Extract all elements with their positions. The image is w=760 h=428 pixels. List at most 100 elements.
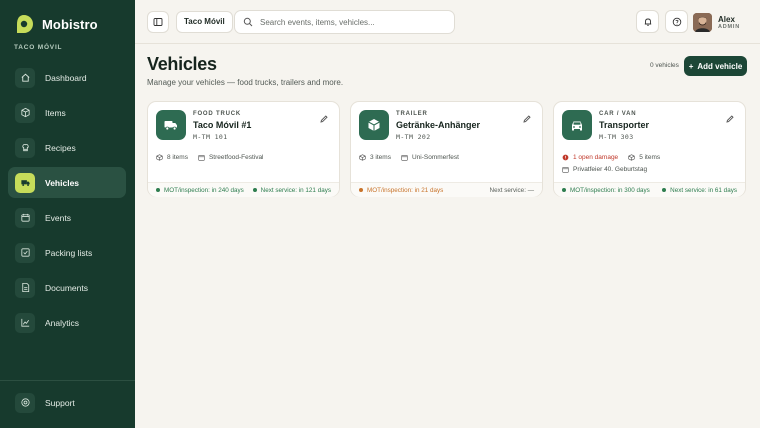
cube-icon	[359, 110, 389, 140]
sidebar-support: Support	[8, 387, 126, 422]
user-role: ADMIN	[718, 23, 741, 30]
calendar-icon	[15, 207, 35, 228]
box-icon	[359, 154, 366, 161]
toggle-sidebar-button[interactable]	[147, 11, 169, 33]
vehicle-kind: TRAILER	[396, 111, 428, 117]
vehicle-name: Transporter	[599, 120, 650, 130]
mot-status: MOT/inspection: in 21 days	[359, 187, 443, 194]
checklist-icon	[15, 242, 35, 263]
vehicle-kind: CAR / VAN	[599, 111, 637, 117]
sidebar-item-label: Packing lists	[45, 247, 93, 258]
vehicle-meta: 8 items Streetfood-Festival	[156, 154, 264, 161]
event-label: Privatfeier 40. Geburtstag	[573, 166, 648, 173]
status-dot-icon	[156, 188, 160, 192]
car-icon	[562, 110, 592, 140]
vehicle-plate: M-TM 101	[193, 133, 228, 141]
truck-icon	[15, 172, 35, 193]
items-count: 5 items	[628, 154, 660, 161]
notifications-button[interactable]	[636, 10, 659, 33]
damage-badge[interactable]: 1 open damage	[562, 154, 618, 161]
calendar-icon	[401, 155, 408, 161]
items-label: 5 items	[639, 154, 661, 161]
brand[interactable]: Mobistro	[14, 14, 98, 34]
status-dot-icon	[252, 188, 257, 192]
bell-icon	[644, 18, 651, 26]
calendar-icon	[198, 155, 205, 161]
help-button[interactable]	[665, 10, 688, 33]
tenant-switcher[interactable]: Taco Móvil	[176, 11, 233, 33]
sidebar-item-items[interactable]: Items	[8, 97, 126, 128]
box-icon	[156, 154, 163, 161]
damage-label: 1 open damage	[573, 154, 619, 161]
sidebar-item-packing-lists[interactable]: Packing lists	[8, 237, 126, 268]
sidebar-item-analytics[interactable]: Analytics	[8, 307, 126, 338]
edit-icon[interactable]	[319, 114, 329, 124]
sidebar-nav: Dashboard Items Recipes Vehicles Events	[8, 62, 126, 342]
vehicle-status-footer: MOT/inspection: in 240 days Next service…	[148, 182, 339, 197]
mot-status: MOT/inspection: in 300 days	[562, 187, 650, 194]
truck-icon	[156, 110, 186, 140]
account-name: TACO MÓVIL	[14, 44, 63, 51]
items-count: 8 items	[156, 154, 188, 161]
sidebar-item-recipes[interactable]: Recipes	[8, 132, 126, 163]
vehicle-meta: 3 items Uni-Sommerfest	[359, 154, 459, 161]
document-icon	[15, 277, 35, 298]
support-icon	[15, 392, 35, 413]
vehicle-count: 0 vehicles	[650, 62, 679, 69]
mot-label: MOT/inspection: in 300 days	[570, 186, 650, 194]
box-icon	[15, 102, 35, 123]
add-vehicle-label: Add vehicle	[697, 61, 743, 71]
event-label: Streetfood-Festival	[208, 154, 264, 161]
status-dot-icon	[662, 188, 667, 192]
recipe-icon	[15, 137, 35, 158]
vehicle-name: Getränke-Anhänger	[396, 120, 481, 130]
service-status: Next service: in 61 days	[662, 187, 737, 194]
vehicle-card[interactable]: CAR / VAN Transporter M-TM 303 1 open da…	[553, 101, 746, 197]
vehicle-status-footer: MOT/inspection: in 21 days Next service:…	[351, 182, 542, 197]
add-vehicle-button[interactable]: + Add vehicle	[684, 56, 747, 76]
status-dot-icon	[359, 188, 363, 192]
edit-icon[interactable]	[725, 114, 735, 124]
sidebar-item-vehicles[interactable]: Vehicles	[8, 167, 126, 198]
items-count: 3 items	[359, 154, 391, 161]
service-status: Next service: in 121 days	[252, 187, 331, 194]
vehicle-plate: M-TM 303	[599, 133, 634, 141]
chart-icon	[15, 312, 35, 333]
sidebar-item-label: Events	[45, 212, 71, 223]
vehicle-meta: Privatfeier 40. Geburtstag	[562, 166, 647, 173]
sidebar-item-events[interactable]: Events	[8, 202, 126, 233]
calendar-icon	[562, 167, 569, 173]
mot-status: MOT/inspection: in 240 days	[156, 187, 244, 194]
sidebar-item-dashboard[interactable]: Dashboard	[8, 62, 126, 93]
plus-icon: +	[688, 61, 694, 71]
mot-label: MOT/inspection: in 240 days	[164, 186, 244, 194]
search-icon	[243, 17, 253, 27]
alert-icon	[562, 154, 569, 161]
vehicle-card[interactable]: TRAILER Getränke-Anhänger M-TM 202 3 ite…	[350, 101, 543, 197]
sidebar-item-label: Dashboard	[45, 72, 87, 83]
sidebar-item-label: Analytics	[45, 317, 80, 328]
sidebar-panel-icon	[153, 18, 163, 26]
vehicle-name: Taco Móvil #1	[193, 120, 252, 130]
topbar: Taco Móvil Alex ADMIN	[135, 0, 760, 44]
mot-label: MOT/inspection: in 21 days	[367, 186, 444, 194]
sidebar-divider	[0, 380, 135, 381]
vehicle-meta: 1 open damage 5 items	[562, 154, 660, 161]
mobistro-logo-icon	[17, 15, 33, 33]
sidebar-item-documents[interactable]: Documents	[8, 272, 126, 303]
assigned-event: Streetfood-Festival	[198, 154, 264, 161]
service-status: Next service: —	[490, 187, 534, 194]
sidebar-item-support[interactable]: Support	[8, 387, 126, 418]
user-menu[interactable]: Alex ADMIN	[693, 10, 740, 34]
vehicle-card[interactable]: FOOD TRUCK Taco Móvil #1 M-TM 101 8 item…	[147, 101, 340, 197]
sidebar-item-label: Items	[45, 107, 66, 118]
vehicle-status-footer: MOT/inspection: in 300 days Next service…	[554, 182, 745, 197]
search-input[interactable]	[260, 17, 450, 27]
edit-icon[interactable]	[522, 114, 532, 124]
search-box[interactable]	[234, 10, 455, 34]
event-label: Uni-Sommerfest	[411, 154, 459, 161]
service-label: Next service: —	[489, 186, 534, 194]
user-name: Alex	[718, 14, 735, 24]
help-icon	[672, 17, 681, 26]
avatar	[693, 12, 712, 32]
